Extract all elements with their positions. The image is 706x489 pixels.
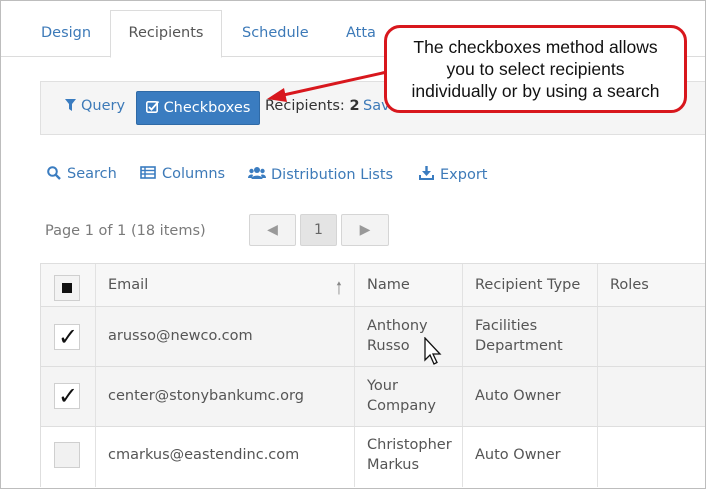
- email-column-header[interactable]: Email 🠑: [95, 264, 354, 307]
- checkmark-icon: ✓: [58, 382, 79, 410]
- download-icon: [419, 166, 434, 180]
- name-cell-line2: Company: [367, 398, 436, 414]
- columns-icon: [140, 166, 156, 179]
- select-all-checkbox[interactable]: [54, 275, 80, 301]
- search-icon: [47, 166, 61, 180]
- table-row[interactable]: ✓ arusso@newco.com Anthony Russo Facilit…: [40, 306, 705, 367]
- callout-line-2: you to select recipients: [446, 59, 625, 79]
- type-cell-line1: Auto Owner: [475, 447, 561, 463]
- name-cell-line1: Your: [367, 378, 398, 394]
- checkmark-icon: ✓: [58, 323, 79, 351]
- window-frame: Design Recipients Schedule Atta Query Ch…: [0, 0, 706, 489]
- name-cell-line1: Anthony: [367, 318, 428, 334]
- query-button[interactable]: Query: [65, 98, 125, 114]
- roles-cell: [597, 367, 705, 427]
- export-link[interactable]: Export: [419, 166, 487, 183]
- email-cell: center@stonybankumc.org: [108, 388, 304, 404]
- row-checkbox[interactable]: [54, 442, 80, 468]
- callout-line-1: The checkboxes method allows: [413, 37, 658, 57]
- recipient-type-column-header[interactable]: Recipient Type: [462, 264, 597, 307]
- table-row[interactable]: ✓ center@stonybankumc.org Your Company A…: [40, 366, 705, 427]
- name-cell-line1: Christopher: [367, 437, 452, 453]
- search-link[interactable]: Search: [47, 166, 117, 182]
- prev-page-button[interactable]: ◀: [249, 214, 296, 246]
- type-cell-line1: Facilities: [475, 318, 538, 334]
- page-info: Page 1 of 1 (18 items): [45, 223, 206, 239]
- query-label: Query: [81, 98, 126, 114]
- row-checkbox[interactable]: ✓: [54, 324, 80, 350]
- checkboxes-label: Checkboxes: [163, 100, 251, 116]
- mouse-cursor-icon: [424, 337, 442, 365]
- page-1-button[interactable]: 1: [300, 214, 337, 246]
- distribution-lists-link[interactable]: Distribution Lists: [248, 166, 393, 183]
- email-cell: cmarkus@eastendinc.com: [108, 447, 300, 463]
- table-header: Email 🠑 Name Recipient Type Roles: [40, 263, 705, 307]
- chevron-right-icon: ▶: [359, 222, 371, 238]
- roles-column-header[interactable]: Roles: [597, 264, 705, 307]
- roles-cell: [597, 427, 705, 487]
- tab-attachments[interactable]: Atta: [346, 11, 376, 55]
- row-checkbox[interactable]: ✓: [54, 383, 80, 409]
- name-cell-line2: Markus: [367, 457, 420, 473]
- type-cell-line1: Auto Owner: [475, 388, 561, 404]
- type-cell-line2: Department: [475, 338, 563, 354]
- columns-link[interactable]: Columns: [140, 166, 225, 182]
- tab-design[interactable]: Design: [41, 11, 91, 55]
- users-icon: [248, 167, 266, 179]
- recipients-count: Recipients: 2: [265, 98, 360, 114]
- name-column-header[interactable]: Name: [354, 264, 462, 307]
- next-page-button[interactable]: ▶: [341, 214, 389, 246]
- recipients-count-value: 2: [349, 98, 360, 114]
- name-cell-line2: Russo: [367, 338, 410, 354]
- filter-icon: [65, 99, 76, 111]
- callout-box: The checkboxes method allows you to sele…: [384, 25, 687, 113]
- sort-ascending-icon: 🠑: [335, 279, 342, 299]
- tab-recipients[interactable]: Recipients: [110, 10, 222, 58]
- chevron-left-icon: ◀: [267, 222, 278, 238]
- table-row[interactable]: cmarkus@eastendinc.com Christopher Marku…: [40, 426, 705, 487]
- tab-schedule[interactable]: Schedule: [242, 11, 309, 55]
- checkboxes-button[interactable]: Checkboxes: [136, 91, 260, 125]
- email-cell: arusso@newco.com: [108, 328, 253, 344]
- check-square-icon: [145, 100, 159, 113]
- callout-line-3: individually or by using a search: [411, 81, 660, 101]
- roles-cell: [597, 307, 705, 367]
